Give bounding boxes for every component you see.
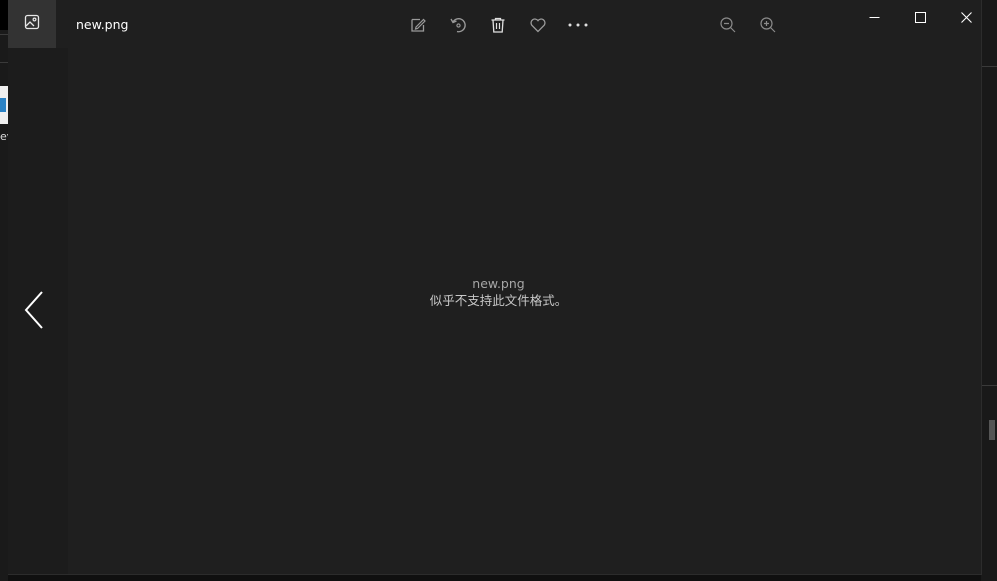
background-file-thumbnail[interactable] bbox=[0, 86, 8, 124]
photos-app-icon bbox=[24, 14, 40, 34]
zoom-in-button[interactable] bbox=[754, 12, 782, 38]
zoom-out-button[interactable] bbox=[714, 12, 742, 38]
photos-app-button[interactable] bbox=[8, 0, 56, 48]
maximize-icon bbox=[914, 8, 926, 27]
delete-icon bbox=[489, 16, 507, 34]
more-button[interactable] bbox=[564, 12, 592, 38]
background-file-label: ev bbox=[0, 130, 8, 143]
zoom-out-icon bbox=[719, 16, 737, 34]
minimize-icon bbox=[869, 8, 880, 27]
delete-button[interactable] bbox=[484, 12, 512, 38]
rotate-button[interactable] bbox=[444, 12, 472, 38]
background-toolbar bbox=[0, 0, 8, 30]
background-scrollbar-thumb[interactable] bbox=[989, 420, 995, 440]
close-icon bbox=[960, 8, 972, 27]
rotate-icon bbox=[449, 16, 467, 34]
maximize-button[interactable] bbox=[897, 0, 943, 34]
background-divider bbox=[0, 34, 8, 35]
edit-icon bbox=[409, 16, 427, 34]
message-error-text: 似乎不支持此文件格式。 bbox=[429, 293, 568, 308]
file-name-title: new.png bbox=[76, 17, 129, 32]
unsupported-format-message: new.png 似乎不支持此文件格式。 bbox=[8, 275, 989, 310]
background-divider bbox=[981, 385, 997, 386]
minimize-button[interactable] bbox=[851, 0, 897, 34]
title-bar: new.png bbox=[8, 0, 981, 48]
background-divider bbox=[981, 66, 997, 67]
message-file-name: new.png bbox=[472, 276, 525, 291]
favorite-button[interactable] bbox=[524, 12, 552, 38]
zoom-in-icon bbox=[759, 16, 777, 34]
background-divider bbox=[0, 62, 8, 63]
close-button[interactable] bbox=[943, 0, 989, 34]
edit-button[interactable] bbox=[404, 12, 432, 38]
more-icon bbox=[567, 22, 589, 28]
background-explorer-left: ev bbox=[0, 0, 8, 581]
photos-window: new.png new.png 似乎不支持此文件格式。 bbox=[8, 0, 982, 575]
favorite-icon bbox=[529, 16, 547, 34]
